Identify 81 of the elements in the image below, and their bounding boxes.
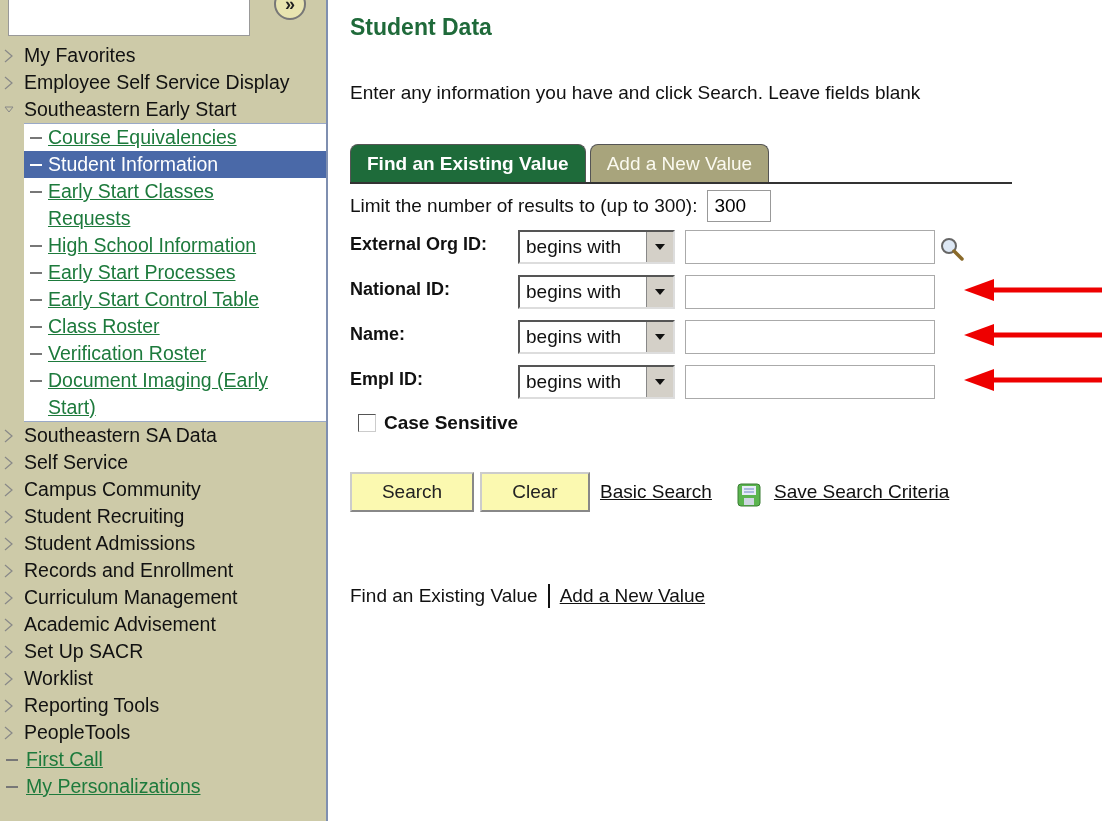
checkbox-label: Case Sensitive: [384, 412, 519, 434]
expand-caret-icon[interactable]: [4, 670, 14, 687]
dropdown-arrow-icon: [654, 288, 666, 296]
field-label: External Org ID:: [350, 233, 489, 255]
field-label: Name:: [350, 323, 407, 345]
menu-folder[interactable]: Records and Enrollment: [24, 559, 234, 582]
submenu-item[interactable]: Student Information: [24, 151, 326, 178]
dropdown-arrow-icon: [654, 243, 666, 251]
dash-icon: [6, 785, 18, 788]
menu-folder[interactable]: Set Up SACR: [24, 640, 144, 663]
dropdown-arrow-icon: [654, 333, 666, 341]
clear-button[interactable]: Clear: [480, 472, 590, 512]
operator-dropdown[interactable]: begins with: [518, 320, 675, 354]
dash-icon: [30, 353, 42, 355]
submenu-item[interactable]: Class Roster: [24, 313, 326, 340]
field-label: National ID:: [350, 278, 451, 300]
field-label: Empl ID:: [350, 368, 424, 390]
expand-caret-icon[interactable]: [4, 47, 14, 64]
expand-caret-icon[interactable]: [4, 508, 14, 525]
expand-caret-icon[interactable]: [4, 697, 14, 714]
expand-caret-icon[interactable]: [4, 724, 14, 741]
expand-caret-icon[interactable]: [4, 481, 14, 498]
search-value-field[interactable]: [685, 365, 935, 399]
menu-folder[interactable]: Southeastern Early Start: [24, 98, 237, 121]
menu-folder[interactable]: Employee Self Service Display: [24, 71, 290, 94]
menu-folder[interactable]: Student Admissions: [24, 532, 196, 555]
menu-folder[interactable]: PeopleTools: [24, 721, 131, 744]
expand-button[interactable]: »: [274, 0, 306, 20]
menu-folder[interactable]: Campus Community: [24, 478, 201, 501]
expand-caret-icon[interactable]: [4, 535, 14, 552]
menu-folder[interactable]: Self Service: [24, 451, 129, 474]
operator-dropdown[interactable]: begins with: [518, 275, 675, 309]
basic-search-link[interactable]: Basic Search: [600, 481, 712, 503]
menu-folder[interactable]: Southeastern SA Data: [24, 424, 217, 447]
expand-caret-icon[interactable]: [4, 562, 14, 579]
dash-icon: [30, 380, 42, 382]
menu-folder[interactable]: Academic Advisement: [24, 613, 216, 636]
add-value-link[interactable]: Add a New Value: [559, 585, 706, 607]
tab[interactable]: Find an Existing Value: [350, 144, 586, 182]
limit-label: Limit the number of results to (up to 300):: [350, 195, 698, 217]
expand-caret-icon[interactable]: [4, 643, 14, 660]
expand-caret-icon[interactable]: [4, 74, 14, 91]
submenu-item[interactable]: Early Start Classes Requests: [24, 178, 326, 232]
search-value-field[interactable]: [685, 230, 935, 264]
dash-icon: [30, 326, 42, 328]
search-value-field[interactable]: [685, 320, 935, 354]
dash-icon: [6, 758, 18, 761]
submenu-item[interactable]: High School Information: [24, 232, 326, 259]
checkbox[interactable]: [358, 414, 376, 432]
submenu-item[interactable]: Verification Roster: [24, 340, 326, 367]
expand-caret-icon[interactable]: [4, 616, 14, 633]
search-field[interactable]: [8, 0, 250, 36]
submenu-item[interactable]: Early Start Processes: [24, 259, 326, 286]
expand-caret-icon[interactable]: [4, 427, 14, 444]
menu-folder[interactable]: Curriculum Management: [24, 586, 238, 609]
submenu-item[interactable]: Document Imaging (Early Start): [24, 367, 326, 421]
lookup-search-icon[interactable]: [939, 236, 965, 262]
submenu-item[interactable]: Early Start Control Table: [24, 286, 326, 313]
dash-icon: [30, 245, 42, 247]
menu-folder[interactable]: Student Recruiting: [24, 505, 185, 528]
expand-caret-icon[interactable]: [4, 454, 14, 471]
submenu-item[interactable]: Course Equivalencies: [24, 124, 326, 151]
search-value-field[interactable]: [685, 275, 935, 309]
save-search-link[interactable]: Save Search Criteria: [773, 481, 950, 503]
limit-field[interactable]: 300: [707, 190, 772, 222]
dash-icon: [30, 164, 42, 166]
operator-dropdown[interactable]: begins with: [518, 365, 675, 399]
expand-caret-icon[interactable]: [4, 589, 14, 606]
dash-icon: [30, 137, 42, 139]
page-title: Student Data: [350, 14, 493, 42]
dash-icon: [30, 191, 42, 193]
dash-icon: [30, 272, 42, 274]
instructions-text: Enter any information you have and click Search. Leave fields blank: [350, 82, 922, 104]
operator-dropdown[interactable]: begins with: [518, 230, 675, 264]
dash-icon: [30, 299, 42, 301]
search-button[interactable]: Search: [350, 472, 474, 512]
dropdown-arrow-icon: [654, 378, 666, 386]
menu-folder[interactable]: My Favorites: [24, 44, 136, 67]
menu-folder[interactable]: Reporting Tools: [24, 694, 160, 717]
menu-folder[interactable]: Worklist: [24, 667, 93, 690]
current-page-text: Find an Existing Value: [350, 585, 538, 607]
